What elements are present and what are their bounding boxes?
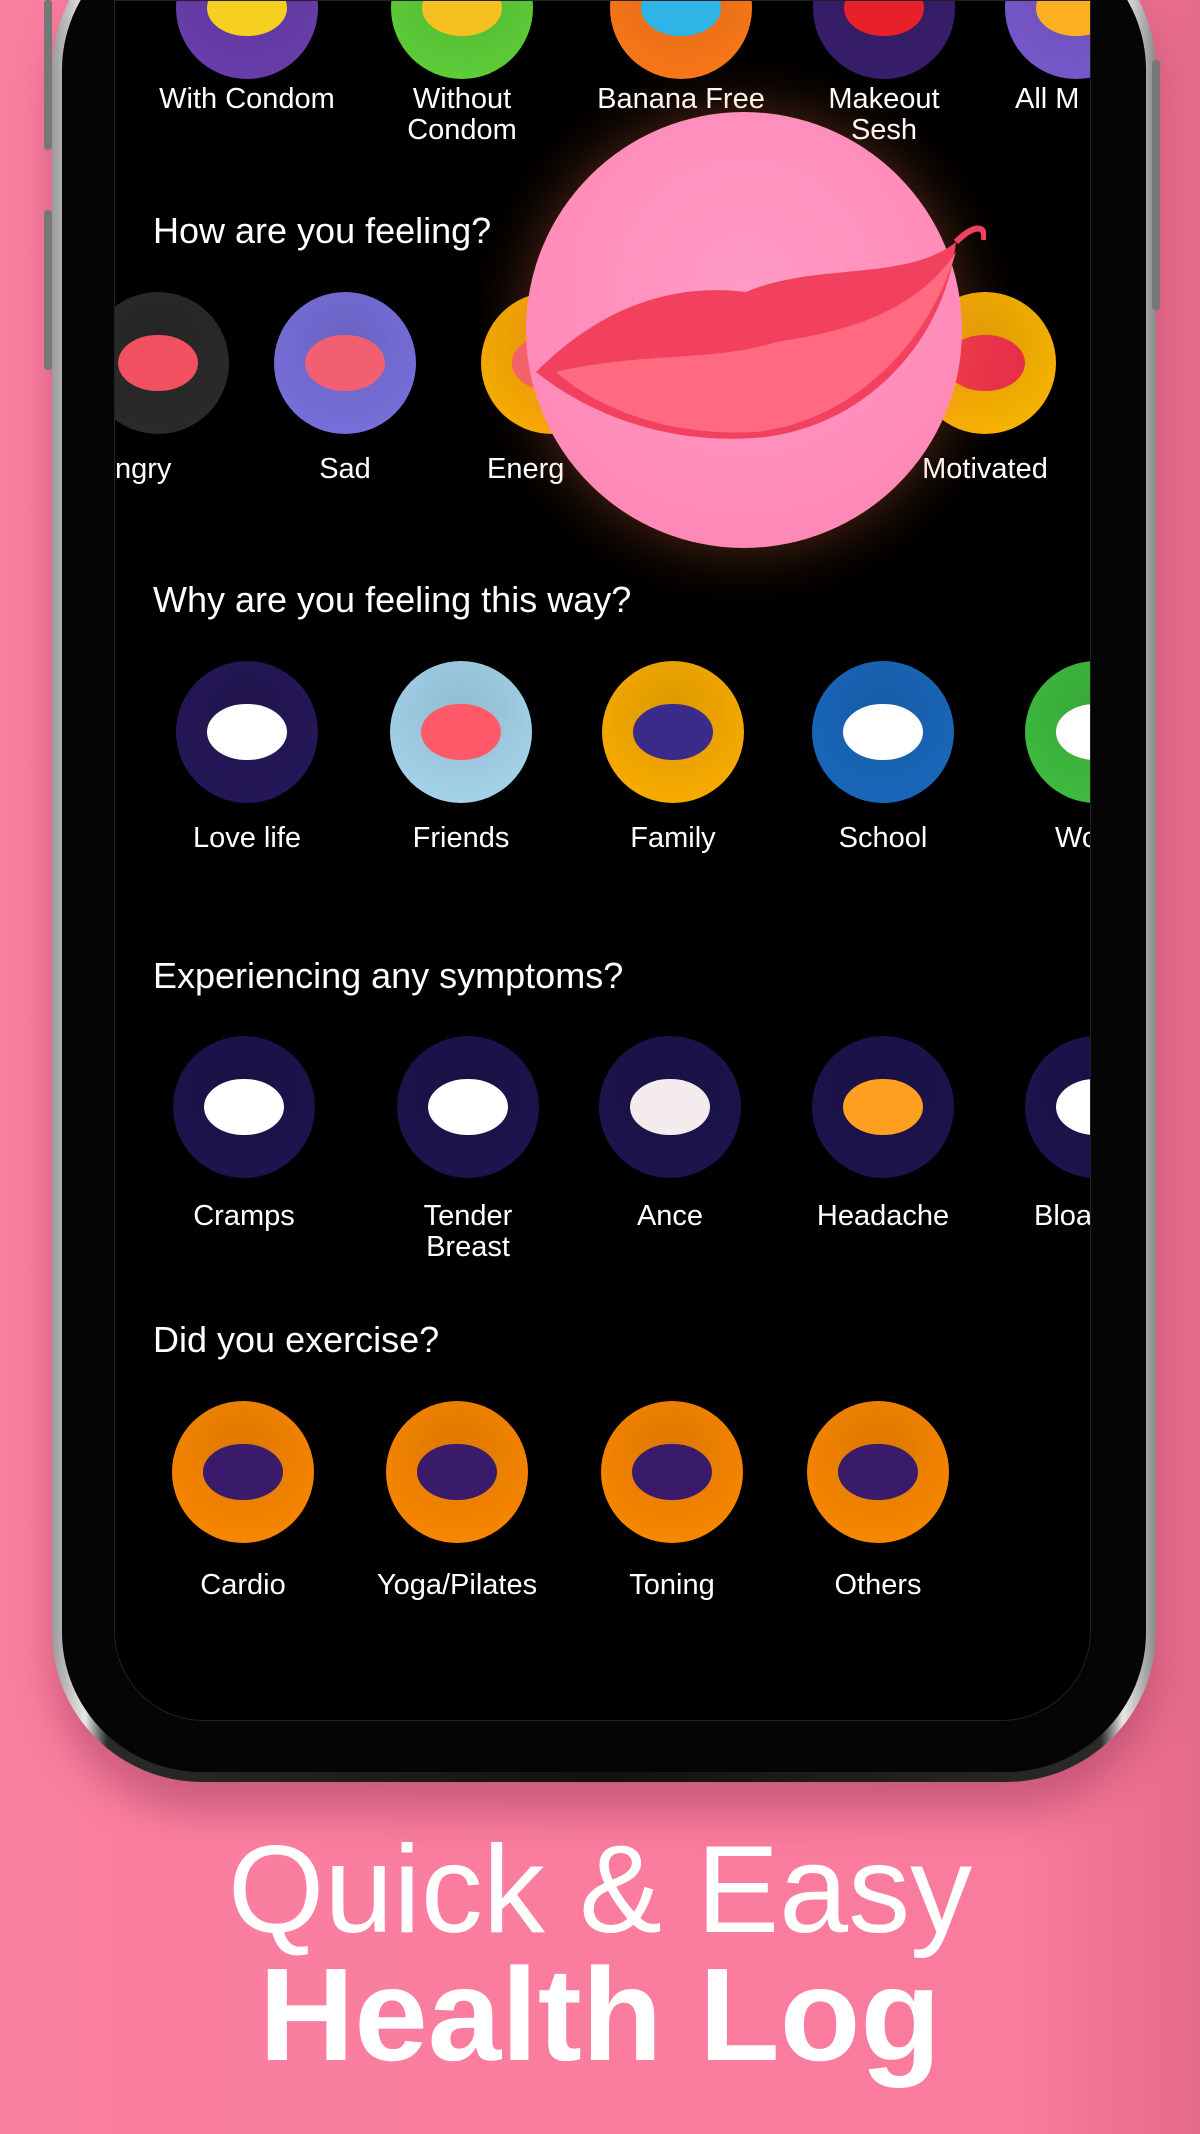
option-label-cramps: Cramps <box>193 1200 295 1232</box>
open-book-icon[interactable] <box>812 661 954 803</box>
icon-illustration <box>632 1443 712 1501</box>
icon-illustration <box>1056 703 1090 761</box>
icon-illustration <box>1036 1 1090 37</box>
cheers-cups-icon[interactable] <box>390 661 532 803</box>
icon-illustration <box>422 1 502 37</box>
holding-hands-icon[interactable] <box>176 661 318 803</box>
icon-illustration <box>428 1078 508 1136</box>
icon-illustration <box>1056 1078 1090 1136</box>
runner-icon[interactable] <box>172 1401 314 1543</box>
icon-illustration <box>843 703 923 761</box>
option-label-headache: Headache <box>816 1200 950 1232</box>
drinking-figure-icon[interactable] <box>807 1401 949 1543</box>
laptop-icon[interactable] <box>1025 661 1090 803</box>
icon-illustration <box>843 1078 923 1136</box>
icon-illustration <box>207 1 287 37</box>
angry-mouth-icon[interactable] <box>115 292 229 434</box>
phone-side-button <box>44 0 52 150</box>
yoga-pose-icon[interactable] <box>386 1401 528 1543</box>
sad-mouth-icon[interactable] <box>274 292 416 434</box>
option-label-toning: Toning <box>629 1569 715 1601</box>
section-title: Why are you feeling this way? <box>153 579 632 620</box>
option-label-with-condom: With Condom <box>159 83 335 115</box>
option-label-family: Family <box>630 822 716 854</box>
icon-illustration <box>641 1 721 37</box>
icon-illustration <box>305 334 385 392</box>
option-label-friends: Friends <box>412 822 510 854</box>
lips-icon <box>536 225 986 439</box>
family-photo-icon[interactable] <box>602 661 744 803</box>
headline-line-1: Quick & Easy <box>227 1821 973 1959</box>
icon-illustration <box>633 703 713 761</box>
option-label-cardio: Cardio <box>200 1569 286 1601</box>
cramps-icon[interactable] <box>173 1036 315 1178</box>
icon-illustration <box>421 703 501 761</box>
icon-illustration <box>203 1443 283 1501</box>
app-screen: With Condom Without Condom Banana Free Make… <box>114 0 1091 1721</box>
icon-illustration <box>630 1078 710 1136</box>
option-label-ance: Ance <box>636 1200 704 1232</box>
all-icon[interactable] <box>1005 1 1090 79</box>
option-label-yoga-pilates: Yoga/Pilates <box>376 1569 538 1601</box>
tender-breast-icon[interactable] <box>397 1036 539 1178</box>
bloating-icon[interactable] <box>1025 1036 1090 1178</box>
section-title: Experiencing any symptoms? <box>153 955 624 996</box>
strawberry-icon[interactable] <box>813 1 955 79</box>
option-label-sad: Sad <box>319 453 371 485</box>
option-label-school: School <box>838 822 928 854</box>
dumbbell-figure-icon[interactable] <box>601 1401 743 1543</box>
icon-illustration <box>844 1 924 37</box>
rainbow-banana-icon[interactable] <box>391 1 533 79</box>
headache-lightning-icon[interactable] <box>812 1036 954 1178</box>
phone-volume-button <box>44 210 52 370</box>
headline-line-2: Health Log <box>259 1941 941 2088</box>
banana-condom-icon[interactable] <box>176 1 318 79</box>
option-label-without-condom: Without Condom <box>407 83 517 146</box>
icon-illustration <box>838 1443 918 1501</box>
acne-icon[interactable] <box>599 1036 741 1178</box>
icon-illustration <box>207 703 287 761</box>
icon-illustration <box>204 1078 284 1136</box>
option-label-others: Others <box>834 1569 922 1601</box>
icon-illustration <box>417 1443 497 1501</box>
section-title: How are you feeling? <box>153 210 492 251</box>
icon-illustration <box>118 334 198 392</box>
option-label-bloa: Bloa <box>1034 1200 1091 1232</box>
selected-mood-popup[interactable] <box>526 112 986 548</box>
section-title: Did you exercise? <box>153 1319 440 1360</box>
option-label-all-m: All M <box>1015 83 1080 115</box>
option-label-ngry: ngry <box>115 453 172 485</box>
option-label-wo: Wo <box>1055 822 1090 854</box>
phone-power-button <box>1152 60 1160 310</box>
peach-icon[interactable] <box>610 1 752 79</box>
option-label-love-life: Love life <box>192 822 301 854</box>
